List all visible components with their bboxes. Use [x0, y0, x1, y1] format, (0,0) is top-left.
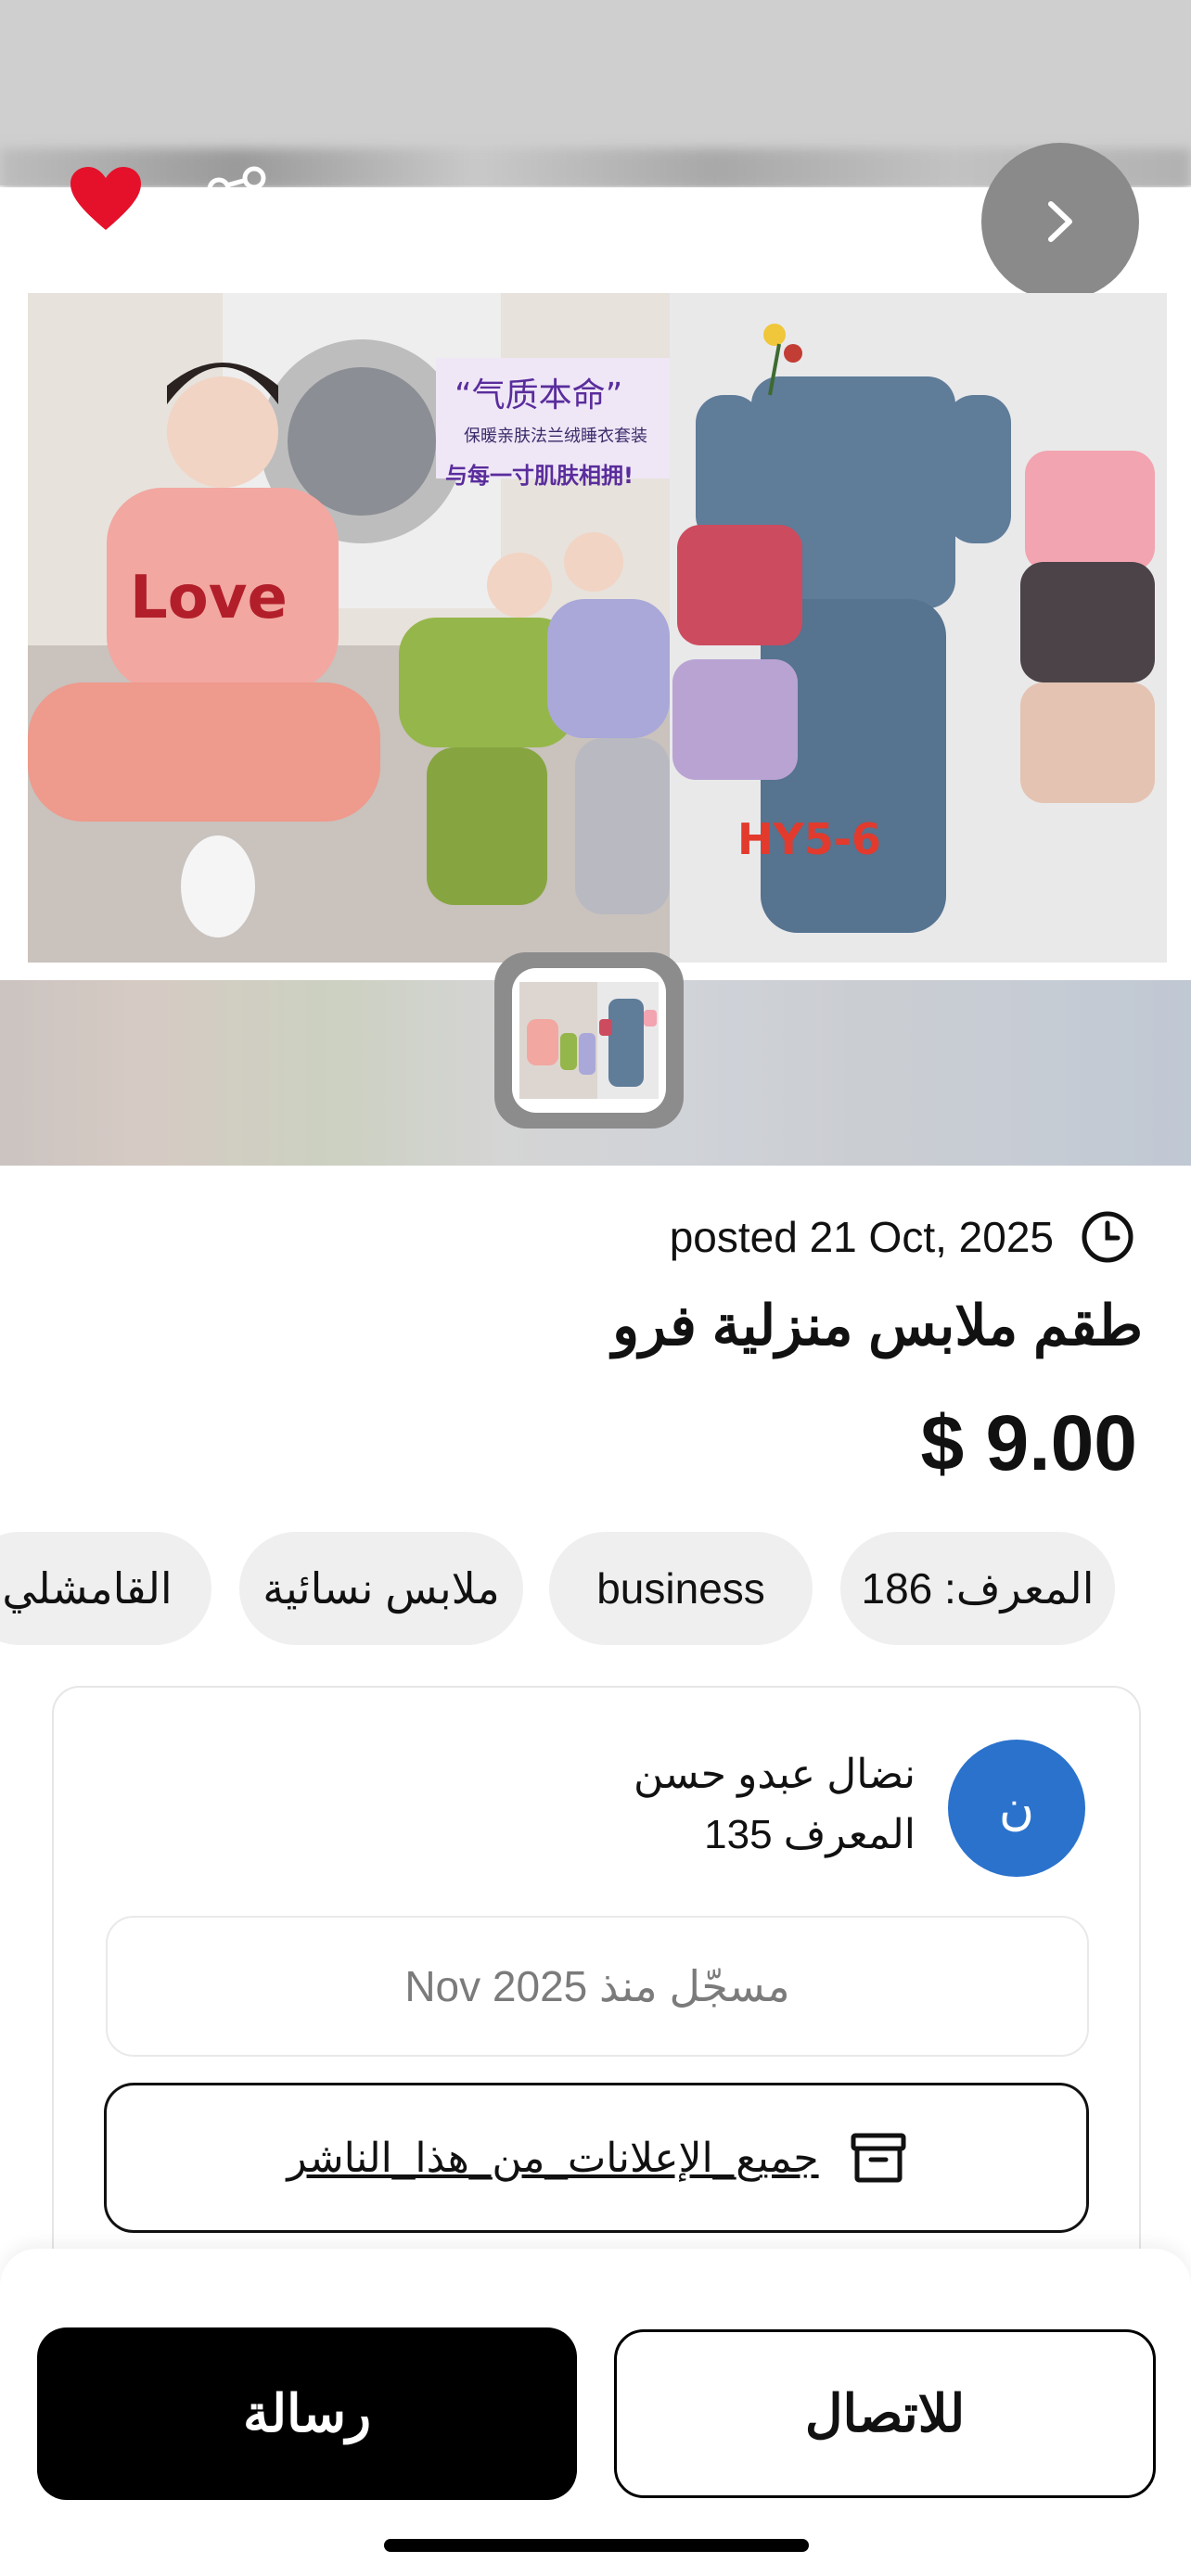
product-image[interactable]: “气质本命” 保暖亲肤法兰绒睡衣套装 与每一寸肌肤相拥! Love HY5-6	[28, 293, 1167, 963]
seller-id: المعرف 135	[704, 1812, 916, 1857]
image-text-3: 与每一寸肌肤相拥!	[445, 463, 634, 489]
image-text-code: HY5-6	[737, 814, 881, 864]
seller-name[interactable]: نضال عبدو حسن	[634, 1751, 916, 1798]
tag-city[interactable]: القامشلي	[0, 1532, 211, 1645]
heart-icon[interactable]	[69, 165, 143, 232]
tag-category[interactable]: ملابس نسائية	[239, 1532, 523, 1645]
message-button[interactable]: رسالة	[37, 2327, 577, 2500]
call-button[interactable]: للاتصال	[614, 2329, 1156, 2498]
posted-date: posted 21 Oct, 2025	[669, 1213, 1054, 1261]
tag-id[interactable]: المعرف: 186	[840, 1532, 1115, 1645]
next-image-button[interactable]	[981, 143, 1139, 300]
image-text-1: “气质本命”	[455, 376, 622, 414]
avatar[interactable]: ن	[948, 1740, 1085, 1877]
tag-row: المعرف: 186 business ملابس نسائية القامش…	[0, 1532, 1191, 1647]
tag-business[interactable]: business	[549, 1532, 813, 1645]
thumbnail-selected[interactable]	[494, 952, 684, 1129]
thumbnail-image	[512, 968, 666, 1113]
listing-price: $ 9.00	[920, 1399, 1137, 1486]
posted-date-row: posted 21 Oct, 2025	[670, 1207, 1135, 1267]
image-text-2: 保暖亲肤法兰绒睡衣套装	[464, 427, 647, 446]
image-text-love: Love	[130, 564, 288, 632]
chevron-right-icon	[1048, 201, 1072, 242]
all-ads-label: جميع_الإعلانات_من_هذا_الناشر	[287, 2135, 819, 2181]
share-icon[interactable]	[206, 165, 271, 191]
home-indicator	[384, 2539, 809, 2552]
clock-icon	[1082, 1211, 1133, 1263]
all-ads-button[interactable]: جميع_الإعلانات_من_هذا_الناشر	[104, 2083, 1089, 2233]
registered-since: مسجّل منذ Nov 2025	[106, 1916, 1089, 2057]
archive-icon	[851, 2133, 906, 2183]
listing-title: طقم ملابس منزلية فرو	[612, 1294, 1143, 1357]
